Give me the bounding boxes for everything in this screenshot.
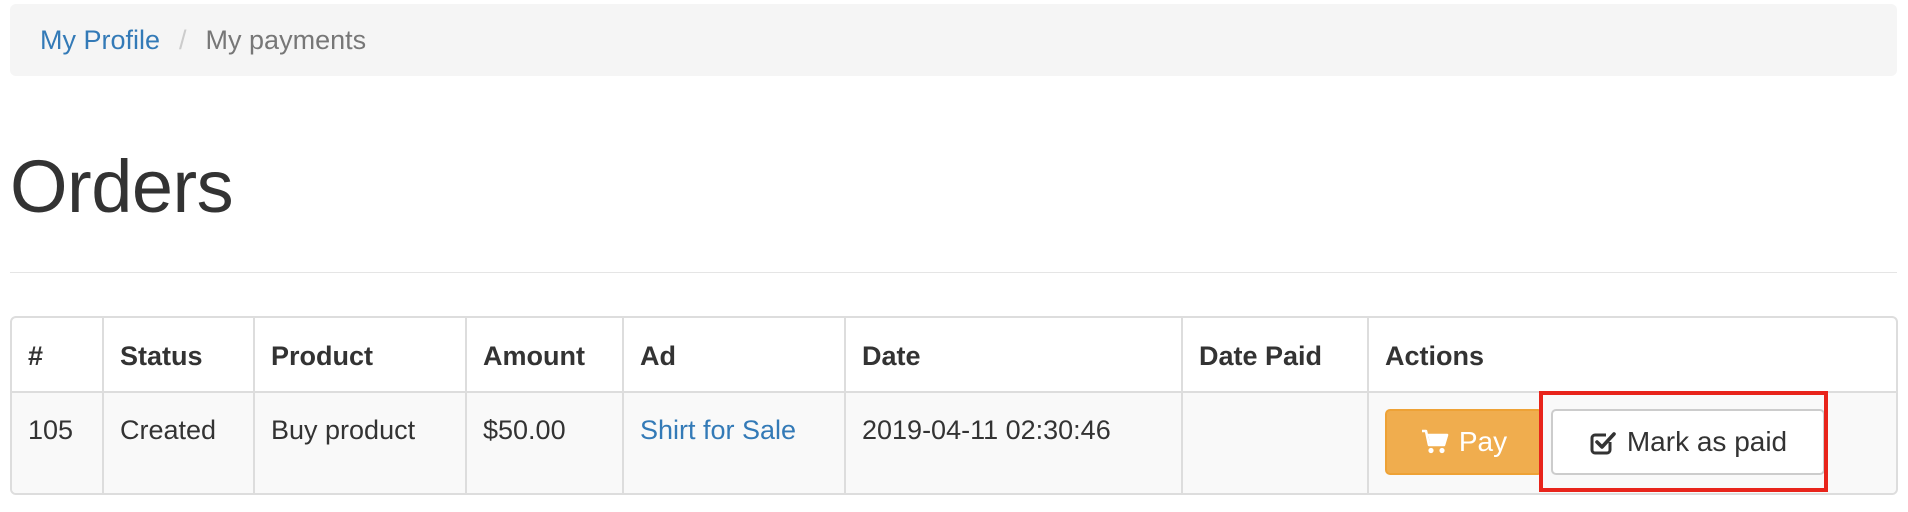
column-header-date: Date: [845, 318, 1183, 393]
order-amount-cell: $50.00: [466, 392, 624, 493]
breadcrumb-separator: /: [179, 24, 187, 55]
order-ad-cell: Shirt for Sale: [623, 392, 846, 493]
breadcrumb: My Profile / My payments: [10, 4, 1897, 76]
mark-as-paid-button-label: Mark as paid: [1626, 426, 1788, 457]
order-actions-cell: Pay Mark as paid: [1368, 392, 1896, 493]
breadcrumb-current-page: My payments: [205, 24, 367, 55]
title-divider: [10, 272, 1897, 273]
ad-link[interactable]: Shirt for Sale: [640, 415, 796, 445]
order-date-paid-cell: [1182, 392, 1369, 493]
pay-button[interactable]: Pay: [1385, 409, 1543, 475]
order-product-cell: Buy product: [254, 392, 467, 493]
shopping-cart-icon: [1421, 429, 1449, 455]
breadcrumb-my-profile-link[interactable]: My Profile: [40, 25, 160, 56]
column-header-status: Status: [103, 318, 255, 393]
column-header-date-paid: Date Paid: [1182, 318, 1369, 393]
mark-as-paid-button[interactable]: Mark as paid: [1551, 409, 1825, 475]
order-status-cell: Created: [103, 392, 255, 493]
table-header-row: # Status Product Amount Ad Date Date Pai…: [12, 318, 1896, 393]
order-date-cell: 2019-04-11 02:30:46: [845, 392, 1183, 493]
table-row: 105 Created Buy product $50.00 Shirt for…: [12, 392, 1896, 493]
orders-table: # Status Product Amount Ad Date Date Pai…: [12, 318, 1896, 493]
column-header-id: #: [12, 318, 104, 393]
page-title: Orders: [10, 145, 234, 228]
pay-button-label: Pay: [1458, 426, 1508, 457]
column-header-product: Product: [254, 318, 467, 393]
orders-table-container: # Status Product Amount Ad Date Date Pai…: [10, 316, 1898, 495]
column-header-actions: Actions: [1368, 318, 1896, 393]
column-header-amount: Amount: [466, 318, 624, 393]
column-header-ad: Ad: [623, 318, 846, 393]
check-square-icon: [1589, 428, 1617, 456]
order-id-cell: 105: [12, 392, 104, 493]
